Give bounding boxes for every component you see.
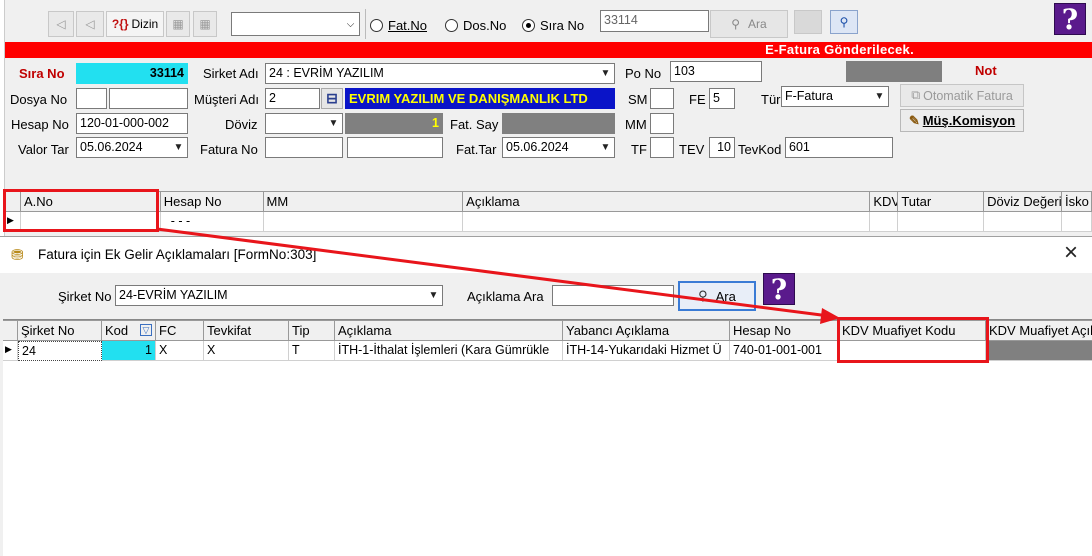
annotation-arrow-head bbox=[820, 308, 840, 324]
annotation-arrow bbox=[156, 227, 840, 324]
annotation-arrow-line bbox=[156, 227, 830, 318]
